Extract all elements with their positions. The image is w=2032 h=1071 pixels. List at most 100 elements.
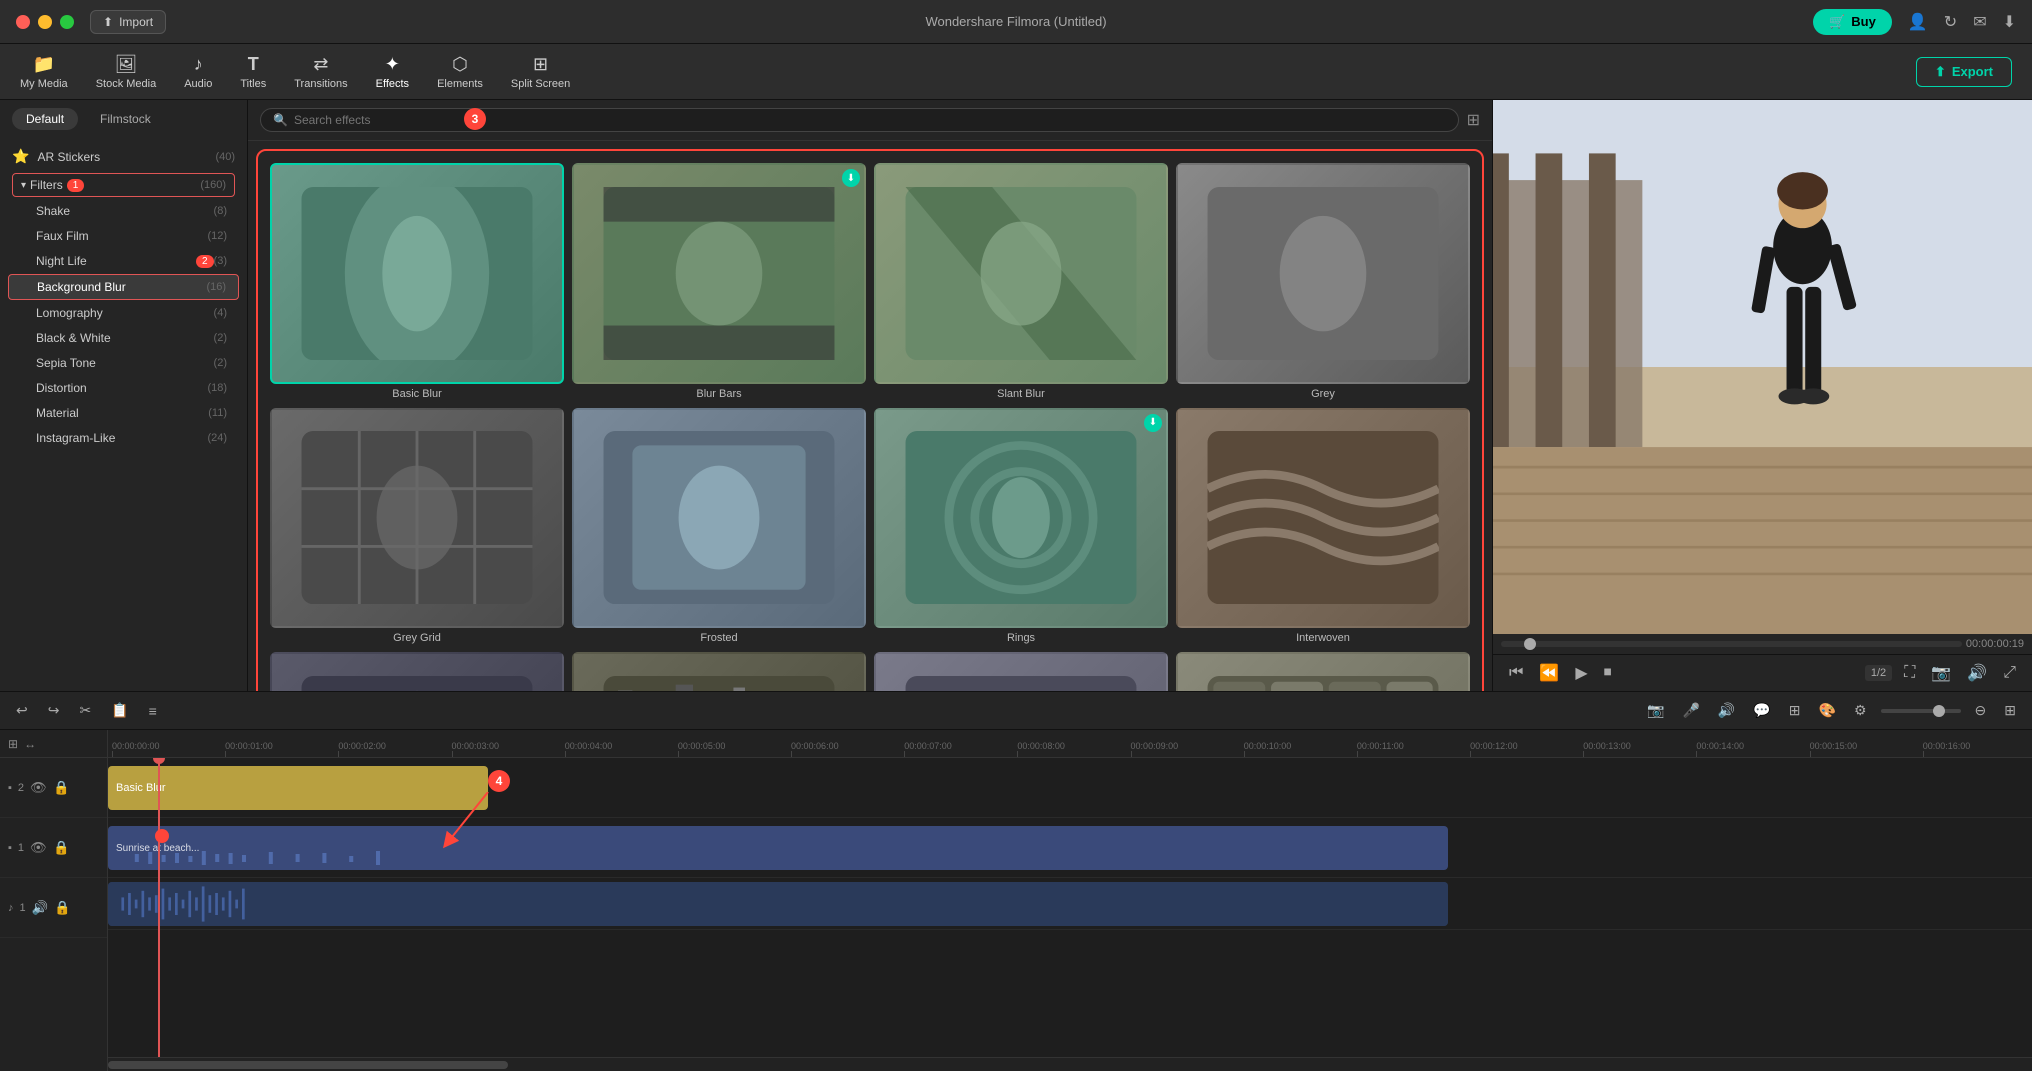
sidebar-item-background-blur[interactable]: Background Blur (16) — [8, 274, 239, 300]
video-clip-main[interactable]: Sunrise at beach... — [108, 826, 1448, 870]
toolbar-item-titles[interactable]: T Titles — [240, 54, 266, 90]
toolbar-item-transitions[interactable]: ⇄ Transitions — [294, 54, 347, 90]
mail-icon[interactable]: ✉ — [1973, 12, 1986, 32]
audio-eye-button[interactable]: 🔊 — [32, 900, 49, 916]
zoom-slider[interactable] — [1881, 709, 1961, 713]
track1-lock-button[interactable]: 🔒 — [53, 840, 70, 856]
sidebar-item-faux-film[interactable]: Faux Film (12) — [8, 224, 239, 248]
sidebar-item-lomography[interactable]: Lomography (4) — [8, 301, 239, 325]
effect-interwoven[interactable]: Interwoven — [1176, 408, 1470, 645]
sidebar-item-ar-stickers[interactable]: ⭐ AR Stickers (40) — [0, 142, 247, 171]
effect-rings[interactable]: ⬇ Rings — [874, 408, 1168, 645]
faux-film-label: Faux Film — [36, 229, 207, 243]
color-button[interactable]: 🎨 — [1815, 700, 1840, 721]
expand-button[interactable]: ⤢ — [1999, 662, 2020, 684]
toolbar-item-effects[interactable]: ✦ Effects — [376, 54, 409, 90]
redo-button[interactable]: ↪ — [44, 700, 64, 721]
effect-frosted[interactable]: Frosted — [572, 408, 866, 645]
search-box[interactable]: 🔍 — [260, 108, 1459, 132]
effect-clip-basic-blur[interactable]: Basic Blur — [108, 766, 488, 810]
toolbar-item-split-screen[interactable]: ⊞ Split Screen — [511, 54, 570, 90]
toolbar-item-elements[interactable]: ⬡ Elements — [437, 54, 483, 90]
tab-default[interactable]: Default — [12, 108, 78, 130]
sidebar-item-sepia-tone[interactable]: Sepia Tone (2) — [8, 351, 239, 375]
sidebar-item-distortion[interactable]: Distortion (18) — [8, 376, 239, 400]
undo-button[interactable]: ↩ — [12, 700, 32, 721]
close-button[interactable] — [16, 15, 30, 29]
account-icon[interactable]: 👤 — [1908, 12, 1928, 32]
tab-filmstock[interactable]: Filmstock — [86, 108, 165, 130]
sidebar-item-black-white[interactable]: Black & White (2) — [8, 326, 239, 350]
effect-diamonds[interactable]: Diamonds — [270, 652, 564, 691]
effect-mosaic2[interactable]: Mosaic 2 — [1176, 652, 1470, 691]
ruler-mark-5: 00:00:05:00 — [674, 741, 787, 757]
zoom-thumb[interactable] — [1933, 705, 1945, 717]
mic-button[interactable]: 🎤 — [1678, 700, 1703, 721]
effect-grey[interactable]: Grey — [1176, 163, 1470, 400]
elements-label: Elements — [437, 78, 483, 90]
play-button[interactable]: ▶ — [1571, 661, 1591, 685]
effect-basic-blur[interactable]: Basic Blur — [270, 163, 564, 400]
track2-lock-button[interactable]: 🔒 — [53, 780, 70, 796]
track1-eye-button[interactable]: 👁 — [30, 840, 47, 856]
volume-button[interactable]: 🔊 — [1963, 661, 1991, 685]
add-track-button[interactable]: ⊞ — [8, 737, 18, 751]
import-button[interactable]: ⬆ Import — [90, 10, 166, 34]
sound-button[interactable]: 🔊 — [1714, 700, 1739, 721]
toolbar-item-audio[interactable]: ♪ Audio — [184, 54, 212, 90]
effect-slant-blur[interactable]: Slant Blur — [874, 163, 1168, 400]
list-button[interactable]: ≡ — [145, 701, 161, 721]
filters-header[interactable]: ▾ Filters 1 (160) — [12, 173, 235, 197]
titlebar-right: 🛒 Buy 👤 ↻ ✉ ⬇ — [1813, 9, 2016, 35]
grid-view-button[interactable]: ⊞ — [1467, 110, 1480, 130]
toolbar-item-stock-media[interactable]: 🖼 Stock Media — [96, 54, 157, 90]
grid-layout-button[interactable]: ⊞ — [2000, 700, 2020, 721]
playback-ratio[interactable]: 1/2 — [1865, 665, 1892, 681]
basic-blur-label: Basic Blur — [392, 388, 442, 400]
preview-thumb[interactable] — [1524, 638, 1536, 650]
maximize-button[interactable] — [60, 15, 74, 29]
split-button[interactable]: ⊞ — [1785, 700, 1805, 721]
playhead[interactable] — [158, 758, 160, 1057]
track2-eye-button[interactable]: 👁 — [30, 780, 47, 796]
refresh-icon[interactable]: ↻ — [1944, 12, 1957, 32]
fit-track-button[interactable]: ↔ — [24, 737, 36, 751]
filters-label: Filters — [30, 178, 63, 192]
copy-button[interactable]: 📋 — [107, 700, 132, 721]
grey-svg — [1207, 187, 1439, 360]
video-waveform-svg — [108, 850, 1448, 866]
skip-back-button[interactable]: ⏮ — [1505, 662, 1527, 684]
step-back-button[interactable]: ⏪ — [1535, 661, 1563, 685]
download-icon[interactable]: ⬇ — [2003, 12, 2016, 32]
ruler-mark-7: 00:00:07:00 — [900, 741, 1013, 757]
settings-button[interactable]: ⚙ — [1850, 700, 1871, 721]
toolbar-item-my-media[interactable]: 📁 My Media — [20, 54, 68, 90]
timeline-scroll-thumb[interactable] — [108, 1061, 508, 1069]
track-row-effect: Basic Blur — [108, 758, 2032, 818]
sidebar-item-instagram-like[interactable]: Instagram-Like (24) — [8, 426, 239, 450]
sidebar-item-material[interactable]: Material (11) — [8, 401, 239, 425]
effect-grey-grid[interactable]: Grey Grid — [270, 408, 564, 645]
sidebar-item-shake[interactable]: Shake (8) — [8, 199, 239, 223]
minimize-button[interactable] — [38, 15, 52, 29]
effect-static[interactable]: Static — [572, 652, 866, 691]
snapshot-button[interactable]: 📷 — [1927, 661, 1955, 685]
cut-button[interactable]: ✂ — [75, 700, 95, 721]
buy-button[interactable]: 🛒 Buy — [1813, 9, 1892, 35]
audio-clip-main[interactable] — [108, 882, 1448, 926]
export-button[interactable]: ⬆ Export — [1916, 57, 2012, 87]
audio-lock-button[interactable]: 🔒 — [54, 900, 71, 916]
subtitle-button[interactable]: 💬 — [1749, 700, 1774, 721]
effect-thumb-grey-grid — [270, 408, 564, 629]
stop-button[interactable]: ⏹ — [1600, 662, 1616, 684]
import-label: Import — [119, 15, 153, 29]
timeline-ruler: 00:00:00:00 00:00:01:00 00:00:02:00 00:0… — [108, 730, 2032, 758]
fullscreen-button[interactable]: ⛶ — [1900, 662, 1919, 684]
effect-disc1[interactable]: Disc 1 — [874, 652, 1168, 691]
timeline-scrollbar[interactable] — [108, 1057, 2032, 1071]
sidebar-item-night-life[interactable]: Night Life 2 (3) — [8, 249, 239, 273]
camera-track-button[interactable]: 📷 — [1643, 700, 1668, 721]
zoom-out-button[interactable]: ⊖ — [1971, 700, 1991, 721]
preview-timeline[interactable] — [1501, 641, 1962, 647]
effect-blur-bars[interactable]: ⬇ Blur Bars — [572, 163, 866, 400]
